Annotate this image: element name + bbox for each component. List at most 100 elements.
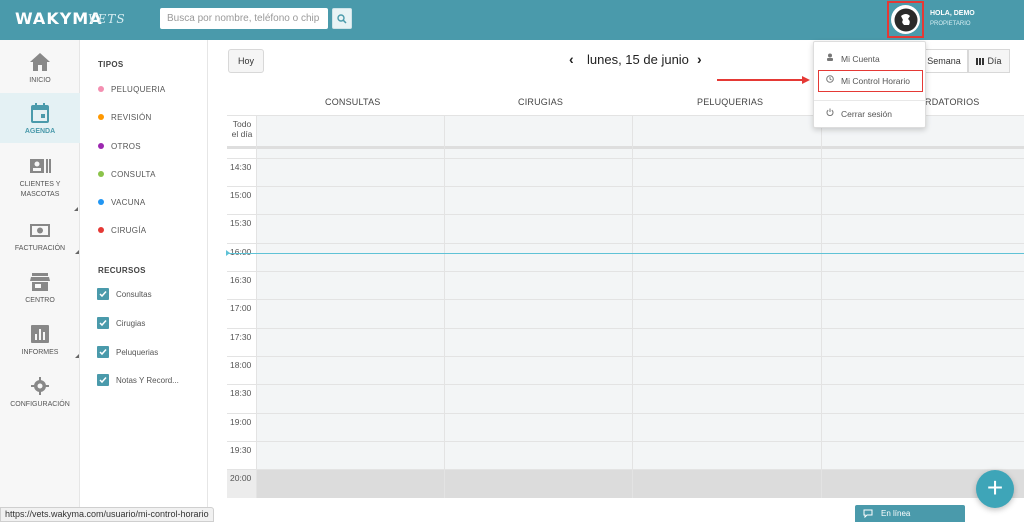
grid-line bbox=[227, 214, 1024, 215]
check-icon bbox=[99, 349, 107, 356]
chat-status-bar[interactable]: En línea bbox=[855, 505, 965, 522]
menu-divider bbox=[814, 100, 927, 101]
grid-line bbox=[227, 271, 1024, 272]
search-button[interactable] bbox=[332, 8, 352, 29]
nav-label-facturacion: FACTURACIÓN bbox=[14, 245, 66, 252]
checkbox[interactable] bbox=[97, 288, 109, 300]
time-label: 14:30 bbox=[230, 162, 252, 172]
time-label: 18:00 bbox=[230, 360, 252, 370]
check-icon bbox=[99, 320, 107, 327]
time-label: 18:30 bbox=[230, 388, 252, 398]
all-day-line1: Todo bbox=[232, 119, 252, 129]
check-icon bbox=[99, 291, 107, 298]
column-header-cirugias: CIRUGIAS bbox=[518, 97, 564, 107]
resource-consultas[interactable]: Consultas bbox=[97, 288, 152, 301]
columns-icon bbox=[976, 57, 985, 65]
menu-item-mi-control-horario[interactable]: Mi Control Horario bbox=[814, 72, 927, 90]
nav-item-agenda[interactable]: AGENDA bbox=[0, 93, 80, 143]
resource-label: Notas Y Record... bbox=[116, 376, 179, 386]
time-label: 20:00 bbox=[230, 473, 252, 483]
nav-item-centro[interactable]: CENTRO bbox=[0, 262, 80, 312]
annotation-arrow bbox=[717, 79, 807, 81]
facturacion-caret bbox=[75, 250, 79, 254]
type-revision[interactable]: REVISIÓN bbox=[98, 113, 152, 122]
user-avatar-icon bbox=[894, 8, 917, 31]
add-appointment-button[interactable]: + bbox=[976, 470, 1014, 508]
nav-item-clientes[interactable]: CLIENTES Y MASCOTAS bbox=[0, 146, 80, 208]
menu-item-cerrar-sesion[interactable]: Cerrar sesión bbox=[814, 105, 927, 123]
resource-peluquerias[interactable]: Peluquerias bbox=[97, 346, 158, 359]
type-vacuna[interactable]: VACUNA bbox=[98, 198, 146, 207]
all-day-divider bbox=[227, 146, 1024, 149]
chart-icon bbox=[31, 325, 49, 343]
type-otros[interactable]: OTROS bbox=[98, 142, 141, 151]
nav-item-informes[interactable]: INFORMES bbox=[0, 314, 80, 364]
time-label: 16:00 bbox=[230, 247, 252, 257]
grid-line bbox=[227, 413, 1024, 414]
money-icon bbox=[30, 224, 50, 237]
type-peluqueria[interactable]: PELUQUERIA bbox=[98, 85, 166, 94]
types-title: TIPOS bbox=[98, 60, 124, 69]
status-bar-url: https://vets.wakyma.com/usuario/mi-contr… bbox=[0, 507, 214, 522]
time-grid[interactable]: Todo el día 14:30 15:00 15:30 16:00 16:3… bbox=[226, 115, 1024, 498]
gear-icon bbox=[31, 377, 49, 395]
type-label: OTROS bbox=[111, 142, 141, 151]
left-nav: INICIO AGENDA CLIENTES Y MASCOTAS FACTUR… bbox=[0, 40, 80, 522]
type-dot bbox=[98, 85, 104, 92]
today-button[interactable]: Hoy bbox=[228, 49, 264, 73]
view-day-label: Día bbox=[987, 56, 1002, 66]
nav-item-configuracion[interactable]: CONFIGURACIÓN bbox=[0, 366, 80, 416]
grid-line bbox=[227, 328, 1024, 329]
time-label: 16:30 bbox=[230, 275, 252, 285]
view-week-button[interactable]: Semana bbox=[920, 49, 968, 73]
grid-line bbox=[227, 243, 1024, 244]
nav-label-configuracion: CONFIGURACIÓN bbox=[10, 401, 70, 408]
checkbox[interactable] bbox=[97, 317, 109, 329]
current-date: lunes, 15 de junio bbox=[587, 52, 689, 67]
type-label: CIRUGÍA bbox=[111, 226, 147, 235]
type-label: VACUNA bbox=[111, 198, 146, 207]
nav-label-centro: CENTRO bbox=[25, 297, 55, 304]
menu-item-mi-cuenta[interactable]: Mi Cuenta bbox=[814, 50, 927, 68]
resource-notas[interactable]: Notas Y Record... bbox=[97, 374, 179, 387]
nav-label-inicio: INICIO bbox=[29, 77, 51, 84]
app-logo-sub: VETS bbox=[88, 12, 126, 26]
nav-item-inicio[interactable]: INICIO bbox=[0, 42, 80, 92]
next-day-button[interactable]: › bbox=[697, 51, 702, 67]
type-dot bbox=[98, 198, 104, 205]
greeting-text: HOLA, DEMO bbox=[930, 10, 975, 17]
grid-line bbox=[227, 441, 1024, 442]
type-consulta[interactable]: CONSULTA bbox=[98, 170, 156, 179]
chat-icon bbox=[863, 509, 873, 518]
grid-line bbox=[227, 384, 1024, 385]
clock-icon bbox=[826, 75, 834, 85]
user-icon bbox=[826, 53, 834, 63]
column-header-recordatorios: RDATORIOS bbox=[925, 97, 980, 107]
resource-label: Consultas bbox=[116, 290, 152, 300]
search-input[interactable] bbox=[160, 8, 328, 29]
store-icon bbox=[30, 273, 50, 291]
nav-item-facturacion[interactable]: FACTURACIÓN bbox=[0, 210, 80, 260]
prev-day-button[interactable]: ‹ bbox=[569, 51, 574, 67]
time-label: 17:00 bbox=[230, 303, 252, 313]
informes-caret bbox=[75, 354, 79, 358]
grid-line bbox=[227, 469, 1024, 470]
all-day-label: Todo el día bbox=[230, 119, 254, 139]
home-icon bbox=[30, 53, 50, 71]
after-hours-block bbox=[256, 470, 1024, 498]
checkbox[interactable] bbox=[97, 374, 109, 386]
current-time-indicator bbox=[227, 253, 1024, 254]
all-day-line2: el día bbox=[231, 129, 253, 139]
resource-label: Cirugias bbox=[116, 319, 146, 329]
user-menu-dropdown: Mi Cuenta Mi Control Horario Cerrar sesi… bbox=[813, 41, 927, 128]
view-day-button[interactable]: Día bbox=[968, 49, 1010, 73]
time-label: 19:00 bbox=[230, 417, 252, 427]
checkbox[interactable] bbox=[97, 346, 109, 358]
type-cirugia[interactable]: CIRUGÍA bbox=[98, 226, 146, 235]
power-icon bbox=[826, 108, 834, 118]
type-dot bbox=[98, 142, 104, 149]
type-dot bbox=[98, 170, 104, 177]
resource-cirugias[interactable]: Cirugias bbox=[97, 317, 146, 330]
user-avatar-button[interactable] bbox=[887, 1, 924, 38]
type-label: REVISIÓN bbox=[111, 113, 152, 122]
